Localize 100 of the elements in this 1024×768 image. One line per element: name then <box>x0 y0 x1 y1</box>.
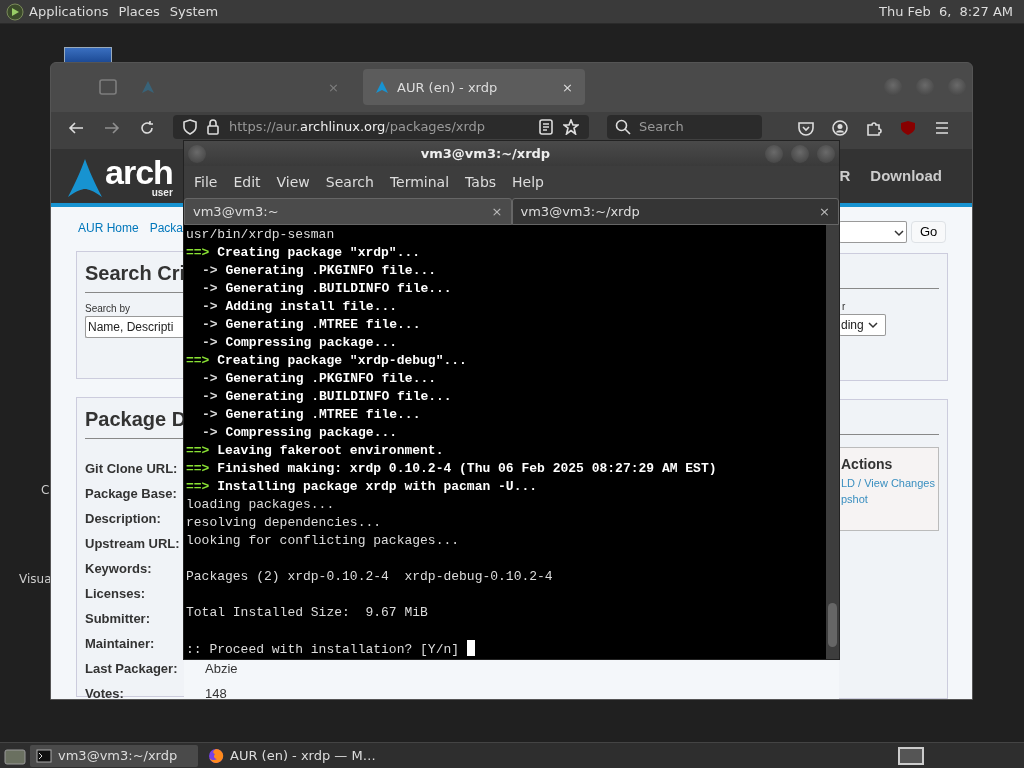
terminal-line: Packages (2) xrdp-0.10.2-4 xrdp-debug-0.10.2-4 <box>186 569 553 584</box>
reader-view-icon[interactable] <box>539 118 553 135</box>
menu-logo-icon[interactable] <box>6 2 24 21</box>
terminal-line: -> Generating .MTREE file... <box>201 317 421 332</box>
clock[interactable]: Thu Feb 6, 8:27 AM <box>874 1 1018 22</box>
go-button[interactable]: Go <box>911 221 947 243</box>
close-icon[interactable]: × <box>491 201 503 222</box>
field-label: Search by <box>85 302 132 316</box>
field-value: Abzie <box>205 659 238 678</box>
window-title: vm3@vm3:~/xrdp <box>419 144 552 163</box>
terminal-line: -> Generating .BUILDINFO file... <box>201 281 452 296</box>
select-field[interactable]: ding <box>839 314 886 336</box>
account-icon[interactable] <box>832 119 848 136</box>
menu-item[interactable]: Search <box>317 171 382 193</box>
desktop-icon-label[interactable]: Visua <box>19 570 52 588</box>
actions-heading: Actions <box>841 455 894 474</box>
field-label: Keywords: <box>85 559 152 578</box>
window-control-button[interactable] <box>817 144 835 163</box>
close-icon[interactable]: × <box>819 201 830 222</box>
terminal-line: ==> Creating package "xrdp"... <box>186 245 421 260</box>
panel-menu[interactable]: Applications <box>24 1 114 22</box>
search-icon <box>615 118 631 135</box>
browser-tab[interactable]: AUR (en) - xrdp × <box>363 69 585 106</box>
chevron-icon <box>894 228 904 237</box>
chevron-icon <box>867 321 878 329</box>
breadcrumb-link[interactable]: Packa <box>149 219 184 237</box>
field-label: Package Base: <box>85 484 177 503</box>
terminal-line: -> Generating .PKGINFO file... <box>201 263 437 278</box>
tab-list-icon[interactable] <box>99 79 117 96</box>
terminal-line: looking for conflicting packages... <box>186 533 460 548</box>
star-icon[interactable] <box>563 118 579 135</box>
panel-menu[interactable]: Places <box>113 1 165 22</box>
field-label: Upstream URL: <box>85 534 180 553</box>
tab-favicon-icon <box>141 80 155 95</box>
terminal-line: -> Compressing package... <box>201 335 398 350</box>
reload-icon[interactable] <box>139 119 155 136</box>
field-label: Last Packager: <box>85 659 178 678</box>
terminal-line: -> Generating .MTREE file... <box>201 407 421 422</box>
terminal-tab[interactable]: vm3@vm3:~/xrdp × <box>511 198 839 225</box>
terminal-line: resolving dependencies... <box>186 515 382 530</box>
select-field[interactable] <box>839 221 907 243</box>
terminal-line: -> Generating .PKGINFO file... <box>201 371 437 386</box>
field-label: Description: <box>85 509 161 528</box>
desktop-icon[interactable] <box>64 47 112 63</box>
field-label: r <box>841 300 847 314</box>
terminal-line: Total Installed Size: 9.67 MiB <box>186 605 428 620</box>
breadcrumb-link[interactable]: AUR Home <box>78 219 139 237</box>
terminal-tab[interactable]: vm3@vm3:~ × <box>184 198 512 225</box>
close-icon[interactable]: × <box>562 77 573 98</box>
menu-icon[interactable] <box>934 119 950 136</box>
shield-icon <box>183 118 197 135</box>
address-field[interactable]: https://aur.archlinux.org/packages/xrdp <box>173 114 589 139</box>
terminal-line: ==> Installing package xrdp with pacman -U... <box>186 479 538 494</box>
search-field[interactable]: Search <box>607 114 762 139</box>
terminal-icon <box>36 748 52 763</box>
terminal-line: -> Adding install file... <box>201 299 398 314</box>
pocket-icon[interactable] <box>798 119 814 136</box>
taskbar-button[interactable]: AUR (en) - xrdp — M… <box>202 744 382 767</box>
puzzle-icon[interactable] <box>866 119 882 136</box>
nav-link[interactable]: R <box>839 164 851 188</box>
field-value: 148 <box>205 684 227 699</box>
terminal-line: ==> Creating package "xrdp-debug"... <box>186 353 467 368</box>
terminal-line: :: Proceed with installation? [Y/n] <box>186 642 460 657</box>
terminal-line: usr/bin/xrdp-sesman <box>186 227 335 242</box>
menu-item[interactable]: Help <box>504 171 552 193</box>
menu-item[interactable]: View <box>268 171 318 193</box>
menu-item[interactable]: File <box>186 171 226 193</box>
field-label: Votes: <box>85 684 124 699</box>
desktop-icon-label[interactable]: C <box>41 481 50 499</box>
window-control-button[interactable] <box>188 144 206 163</box>
menu-item[interactable]: Terminal <box>381 171 458 193</box>
field-label: Maintainer: <box>85 634 155 653</box>
fox-globe-icon <box>208 747 224 764</box>
panel-menu[interactable]: System <box>164 1 224 22</box>
logo-subtitle: user <box>151 187 173 199</box>
window-control-button[interactable] <box>791 144 809 163</box>
terminal-line: ==> Leaving fakeroot environment. <box>186 443 444 458</box>
logo-icon <box>67 157 103 198</box>
cursor <box>467 640 476 656</box>
terminal-line: ==> Finished making: xrdp 0.10.2-4 (Thu 06 Feb 2025 08:27:29 AM EST) <box>186 461 717 476</box>
lock-icon <box>207 118 219 135</box>
tab-title: AUR (en) - xrdp <box>397 78 498 97</box>
workspace-switcher[interactable] <box>898 746 924 765</box>
menu-item[interactable]: Edit <box>225 171 269 193</box>
logo-text: arch <box>105 157 173 188</box>
select-field[interactable]: Name, Descripti <box>85 316 184 338</box>
terminal-line: loading packages... <box>186 497 335 512</box>
forward-icon[interactable] <box>103 119 121 136</box>
window-control-button[interactable] <box>765 144 783 163</box>
scrollbar[interactable] <box>826 225 839 659</box>
terminal-line: -> Generating .BUILDINFO file... <box>201 389 452 404</box>
menu-item[interactable]: Tabs <box>457 171 505 193</box>
url-text: https://aur.archlinux.org/packages/xrdp <box>229 117 486 136</box>
back-icon[interactable] <box>67 119 85 136</box>
field-label: Git Clone URL: <box>85 459 178 478</box>
nav-link[interactable]: Download <box>870 164 942 188</box>
tab-favicon-icon <box>375 80 389 95</box>
terminal-line: -> Compressing package... <box>201 425 398 440</box>
field-label: Licenses: <box>85 584 145 603</box>
taskbar-button[interactable]: vm3@vm3:~/xrdp <box>30 744 198 767</box>
